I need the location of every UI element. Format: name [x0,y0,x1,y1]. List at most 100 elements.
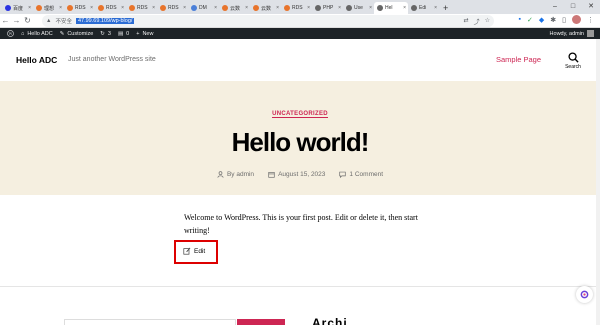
tab-close-icon[interactable]: × [307,5,310,11]
bookmark-star-icon[interactable]: ☆ [485,17,490,26]
forward-icon[interactable]: → [11,16,22,25]
tab-list: 百度 × 理想 × RDS × RDS × RDS × RDS × DM × 云数 × 云数 × RDS × PHP × U… [2,2,439,14]
tab-close-icon[interactable]: × [152,5,155,11]
tab-close-icon[interactable]: × [434,5,437,11]
browser-tab[interactable]: 百度 × [2,2,33,14]
site-title[interactable]: Hello ADC [16,55,57,65]
extensions-puzzle-icon[interactable]: ✱ [550,16,556,24]
edit-icon [183,247,191,255]
floating-assistant-button[interactable] [576,286,593,303]
tab-close-icon[interactable]: × [59,5,62,11]
wp-admin-bar: W ⌂ Hello ADC ✎ Customize ↻ 3 ▤ 0 + New … [0,28,600,39]
new-label: New [142,30,154,37]
post-author: By admin [217,171,254,178]
profile-avatar[interactable] [572,15,581,24]
browser-tab[interactable]: RDS × [126,2,157,14]
tab-close-icon[interactable]: × [121,5,124,11]
admin-bar-new[interactable]: + New [136,31,153,37]
sidebar-icon[interactable]: ▯ [562,16,566,24]
browser-tab[interactable]: 云数 × [250,2,281,14]
user-avatar [587,30,594,37]
customize-label: Customize [67,30,94,37]
address-bar[interactable]: ▲ 不安全 47.99.69.109/wp-blog/ ⇄ ⤴ ☆ [42,15,494,27]
admin-bar-site-name[interactable]: ⌂ Hello ADC [21,31,53,37]
tab-close-icon[interactable]: × [338,5,341,11]
extension-icon-2[interactable]: ✓ [527,16,533,24]
nav-link-sample-page[interactable]: Sample Page [496,55,541,64]
browser-tab[interactable]: RDS × [157,2,188,14]
new-tab-button[interactable]: + [443,2,448,14]
browser-tab[interactable]: RDS × [281,2,312,14]
browser-tab[interactable]: RDS × [64,2,95,14]
plus-icon: + [136,30,140,37]
reload-icon[interactable]: ↻ [22,16,33,25]
admin-bar-comments[interactable]: ▤ 0 [118,31,129,37]
wordpress-logo-icon[interactable]: W [7,30,14,37]
close-window-icon[interactable]: ✕ [582,0,600,14]
tab-close-icon[interactable]: × [214,5,217,11]
tab-label: Edi [419,5,427,11]
browser-tab[interactable]: RDS × [95,2,126,14]
comments-link[interactable]: 1 Comment [349,171,383,178]
tab-close-icon[interactable]: × [245,5,248,11]
extension-icon-3[interactable]: ◆ [539,16,544,24]
admin-bar-account[interactable]: Howdy, admin [550,28,594,39]
browser-tab-strip: 百度 × 理想 × RDS × RDS × RDS × RDS × DM × 云数 × 云数 × RDS × PHP × U… [0,0,600,14]
howdy-label: Howdy, admin [549,30,584,37]
category-link[interactable]: UNCATEGORIZED [272,111,328,118]
browser-tab[interactable]: 理想 × [33,2,64,14]
tab-favicon-icon [98,5,104,11]
tab-label: DM [199,5,207,11]
tab-label: Use [354,5,363,11]
browser-tab[interactable]: Edi × [408,2,439,14]
maximize-icon[interactable]: □ [564,0,582,14]
tab-close-icon[interactable]: × [403,5,406,11]
tab-label: PHP [323,5,334,11]
home-icon: ⌂ [21,30,25,37]
admin-bar-updates[interactable]: ↻ 3 [100,31,111,37]
back-icon[interactable]: ← [0,16,11,25]
comments-count: 0 [126,30,130,37]
tab-favicon-icon [284,5,290,11]
author-link[interactable]: By admin [227,171,254,178]
search-label: Search [565,64,581,70]
tab-close-icon[interactable]: × [369,5,372,11]
page-scrollbar[interactable] [596,39,600,325]
site-header: Hello ADC Just another WordPress site Sa… [0,39,600,81]
tab-close-icon[interactable]: × [183,5,186,11]
tab-label: RDS [106,5,117,11]
browser-tab[interactable]: 云数 × [219,2,250,14]
url-text[interactable]: 47.99.69.109/wp-blog/ [75,18,135,24]
tab-close-icon[interactable]: × [28,5,31,11]
post-date: August 15, 2023 [268,171,325,178]
browser-tab[interactable]: Hel × [374,2,408,14]
assistant-icon [580,290,589,299]
share-icon[interactable]: ⤴ [474,17,480,26]
tab-label: Hel [385,5,393,11]
translate-icon[interactable]: ⇄ [464,17,469,26]
tab-favicon-icon [411,5,417,11]
site-description: Just another WordPress site [68,56,156,63]
browser-tab[interactable]: DM × [188,2,219,14]
browser-tab[interactable]: Use × [343,2,374,14]
archives-heading: Archi [312,316,348,325]
search-toggle[interactable]: Search [563,52,583,70]
browser-tab[interactable]: PHP × [312,2,343,14]
edit-post-link[interactable]: Edit [183,247,205,255]
tab-label: 理想 [44,5,55,12]
minimize-icon[interactable]: – [546,0,564,14]
tab-close-icon[interactable]: × [90,5,93,11]
menu-icon[interactable]: ⋮ [587,16,594,24]
search-widget-button[interactable] [237,319,285,325]
admin-bar-customize[interactable]: ✎ Customize [60,31,94,37]
date-link[interactable]: August 15, 2023 [278,171,325,178]
insecure-icon[interactable]: ▲ [46,18,51,24]
tab-label: RDS [292,5,303,11]
search-widget-input[interactable] [64,319,236,325]
post-meta: By admin August 15, 2023 1 Comment [0,171,600,178]
post-title: Hello world! [231,127,370,157]
extension-icon[interactable]: ▪ [519,16,521,23]
tab-label: 云数 [261,5,272,12]
tab-close-icon[interactable]: × [276,5,279,11]
tab-label: RDS [137,5,148,11]
